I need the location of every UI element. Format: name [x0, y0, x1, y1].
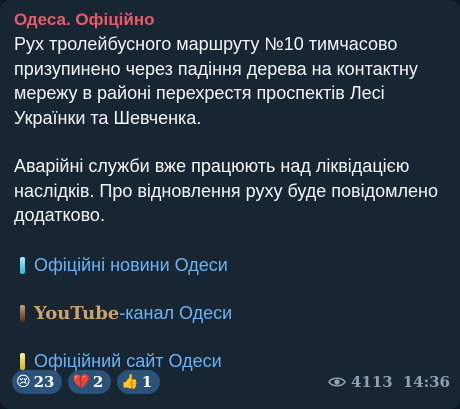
message-meta: 4113 14:36: [328, 373, 450, 391]
message-time: 14:36: [402, 373, 450, 391]
link-youtube-channel[interactable]: YouTube-канал Одеси: [14, 302, 446, 326]
reaction-broken-heart[interactable]: 💔 2: [68, 370, 112, 394]
youtube-suffix[interactable]: -канал Одеси: [119, 303, 232, 323]
link-youtube-channel-label[interactable]: YouTube-канал Одеси: [34, 303, 232, 324]
links-list: Офіційні новини Одеси YouTube-канал Одес…: [14, 254, 446, 374]
reaction-thumbs-up[interactable]: 👍 1: [117, 370, 161, 394]
link-official-news-label[interactable]: Офіційні новини Одеси: [34, 255, 228, 276]
capsule-icon: [20, 353, 25, 370]
capsule-icon: [20, 305, 25, 322]
message-footer: 😢 23 💔 2 👍 1 4113 14:36: [12, 369, 450, 395]
message-bubble: Одеса. Офіційно Рух тролейбусного маршру…: [0, 0, 460, 409]
reaction-crying[interactable]: 😢 23: [12, 370, 63, 394]
message-paragraph-2: Аварійні служби вже працюють над ліквіда…: [14, 156, 438, 225]
youtube-text[interactable]: YouTube: [34, 303, 119, 324]
thumbs-up-icon: 👍: [121, 374, 139, 390]
channel-name[interactable]: Одеса. Офіційно: [14, 8, 446, 32]
broken-heart-icon: 💔: [72, 374, 90, 390]
view-count: 4113: [350, 373, 393, 391]
reaction-count: 2: [92, 373, 104, 391]
reaction-count: 1: [141, 373, 153, 391]
message-paragraph-1: Рух тролейбусного маршруту №10 тимчасово…: [14, 34, 418, 128]
link-official-news[interactable]: Офіційні новини Одеси: [14, 254, 446, 278]
reaction-count: 23: [33, 373, 55, 391]
capsule-icon: [20, 257, 25, 274]
crying-face-icon: 😢: [16, 374, 31, 390]
eye-icon: [328, 377, 346, 387]
